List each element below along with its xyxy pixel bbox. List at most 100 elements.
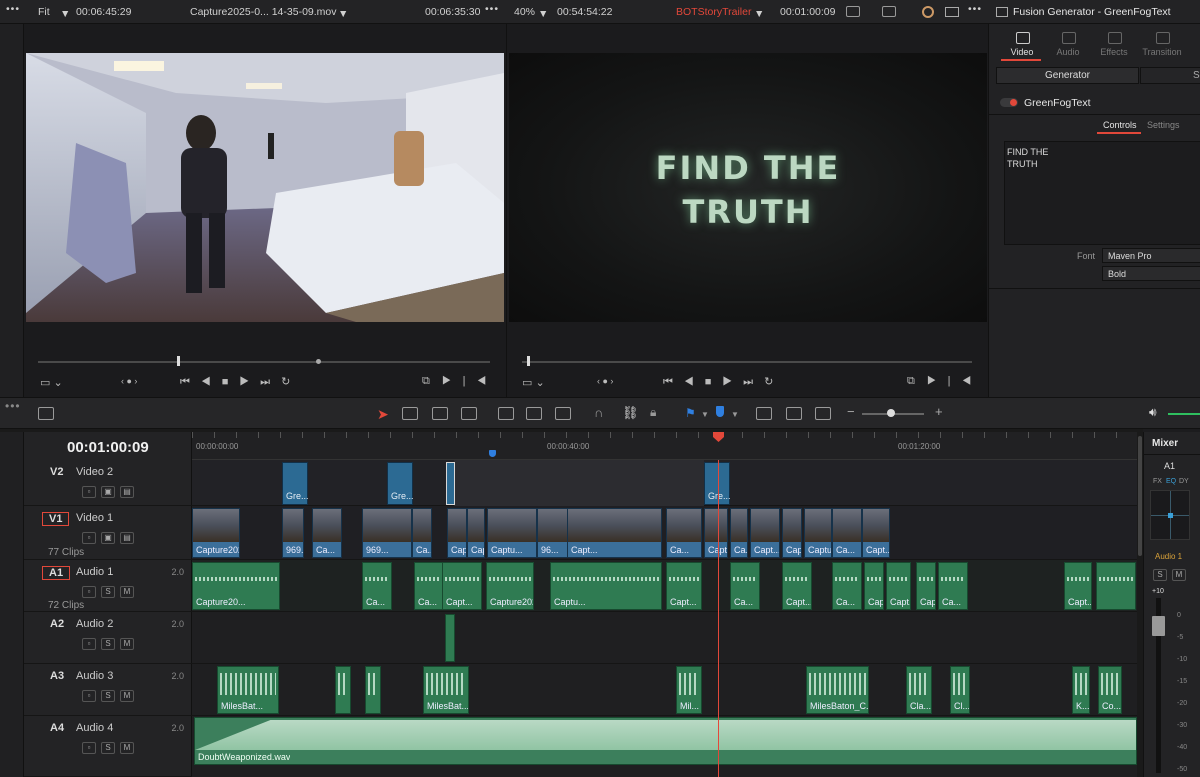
timeline-ruler[interactable]: 00:00:00:00 00:00:40:00 00:01:20:00 (192, 432, 1137, 460)
zoom-custom-icon[interactable] (815, 407, 831, 420)
audio-clip[interactable]: Capt... (1064, 562, 1092, 610)
source-view-options[interactable]: ▭ ⌄ (40, 376, 63, 389)
track-name[interactable]: Audio 4 (76, 722, 113, 734)
solo-button[interactable]: S (1153, 569, 1167, 581)
lock-icon[interactable]: ▫ (82, 486, 96, 498)
audio-clip[interactable] (1096, 562, 1136, 610)
source-viewer-frame[interactable] (26, 53, 504, 322)
solo-button[interactable]: S (101, 690, 115, 702)
audio-clip[interactable]: Co... (1098, 666, 1122, 714)
source-jog[interactable]: ‹ ● › (121, 376, 137, 386)
viewer-mode-icon[interactable] (846, 6, 860, 17)
chevron-down-icon[interactable]: ▼ (60, 8, 70, 20)
audio-clip[interactable]: Cap... (864, 562, 884, 610)
audio-clip[interactable]: Ca... (362, 562, 392, 610)
lock-icon[interactable]: 🔒︎ (650, 405, 656, 420)
insert-icon[interactable] (498, 407, 514, 420)
track-controls[interactable]: ▫ S M (82, 586, 139, 598)
flag-icon[interactable]: ⚑ (685, 406, 696, 420)
audio-clip[interactable]: Capt... (886, 562, 911, 610)
chevron-down-icon[interactable]: ▼ (754, 8, 764, 20)
font-style-select[interactable]: Bold (1102, 266, 1200, 281)
video-clip[interactable]: Capt... (567, 508, 662, 558)
mute-button[interactable]: M (120, 586, 134, 598)
fx-tab[interactable]: FX (1153, 478, 1162, 485)
track-header-a4[interactable]: A4 Audio 4 2.0 ▫ S M (24, 716, 192, 777)
lock-icon[interactable]: ▫ (82, 690, 96, 702)
track-name[interactable]: Video 2 (76, 466, 113, 478)
zoom-in-icon[interactable]: + (935, 404, 943, 419)
auto-select-icon[interactable]: ▣ (101, 532, 115, 544)
video-clip[interactable]: Capture2025-07-11 15... (467, 508, 485, 558)
more-icon[interactable]: ••• (485, 3, 499, 15)
eq-tab[interactable]: EQ (1166, 478, 1176, 485)
more-icon[interactable]: ••• (968, 3, 982, 15)
video-clip[interactable]: Capt... (704, 508, 728, 558)
more-icon[interactable]: ••• (6, 3, 20, 15)
trim-icon[interactable] (402, 407, 418, 420)
program-playhead[interactable] (527, 356, 530, 366)
program-transport[interactable]: ⏮◀■▶⏭↻ (663, 375, 784, 389)
timeline-tracks[interactable]: Gre... Gre... Gre... Capture202... 969...… (192, 460, 1137, 777)
track-header-a3[interactable]: A3 Audio 3 2.0 ▫ S M (24, 664, 192, 716)
lock-icon[interactable]: ▫ (82, 742, 96, 754)
dynamic-trim-icon[interactable] (432, 407, 448, 420)
scrollbar-thumb[interactable] (1138, 436, 1142, 556)
track-controls[interactable]: ▫ ▣ ▤ (82, 532, 139, 544)
track-name[interactable]: Audio 1 (76, 566, 113, 578)
audio-clip[interactable]: Captu... (916, 562, 936, 610)
audio-clip[interactable]: Capt... (442, 562, 482, 610)
track-controls[interactable]: ▫ ▣ ▤ (82, 486, 139, 498)
lock-icon[interactable]: ▫ (82, 532, 96, 544)
program-viewer-frame[interactable]: FIND THE TRUTH (509, 53, 987, 322)
audio-clip[interactable] (335, 666, 351, 714)
settings-section-button[interactable]: Se (1140, 67, 1200, 84)
chevron-down-icon[interactable]: ▼ (731, 410, 739, 419)
overwrite-icon[interactable] (526, 407, 542, 420)
track-name[interactable]: Audio 3 (76, 670, 113, 682)
zoom-slider-knob[interactable] (887, 409, 895, 417)
video-clip[interactable]: Capt... (750, 508, 780, 558)
inspector-toggle-icon[interactable] (996, 7, 1008, 17)
enable-icon[interactable]: ▤ (120, 532, 134, 544)
effects-tab-icon[interactable] (1108, 32, 1122, 44)
video-clip[interactable]: Ca... (832, 508, 862, 558)
video-clip[interactable]: Ca... (730, 508, 748, 558)
timeline-playhead[interactable] (718, 460, 719, 777)
color-icon[interactable] (922, 6, 934, 18)
solo-button[interactable]: S (101, 638, 115, 650)
font-family-select[interactable]: Maven Pro (1102, 248, 1200, 263)
track-controls[interactable]: ▫ S M (82, 742, 139, 754)
lock-icon[interactable]: ▫ (82, 638, 96, 650)
program-scrub-bar[interactable] (522, 361, 972, 363)
pan-control[interactable] (1150, 490, 1190, 540)
track-id[interactable]: A1 (42, 566, 71, 580)
program-in-out[interactable]: ⧉▶|◀ (907, 375, 983, 388)
program-view-options[interactable]: ▭ ⌄ (522, 376, 545, 389)
audio-clip[interactable] (445, 614, 455, 662)
auto-select-icon[interactable]: ▣ (101, 486, 115, 498)
transition-tab-icon[interactable] (1156, 32, 1170, 44)
track-controls[interactable]: ▫ S M (82, 638, 139, 650)
video-clip[interactable]: Capture202... (192, 508, 240, 558)
subtab-controls[interactable]: Controls (1103, 120, 1137, 130)
video-clip[interactable]: Capt... (447, 508, 467, 558)
audio-tab-icon[interactable] (1062, 32, 1076, 44)
audio-clip[interactable]: Cla... (906, 666, 932, 714)
audio-clip[interactable]: MilesBaton_C... (806, 666, 869, 714)
timeline-view-icon[interactable] (38, 407, 54, 420)
enable-icon[interactable]: ▤ (120, 486, 134, 498)
mute-button[interactable]: M (120, 638, 134, 650)
replace-icon[interactable] (555, 407, 571, 420)
track-header-v1[interactable]: V1 Video 1 ▫ ▣ ▤ 77 Clips (24, 506, 192, 560)
video-clip[interactable]: Captu... (487, 508, 537, 558)
audio-clip-music[interactable]: DoubtWeaponized.wav (194, 717, 1137, 765)
chevron-down-icon[interactable]: ▼ (538, 8, 548, 20)
audio-clip[interactable] (365, 666, 381, 714)
audio-clip[interactable]: Capt... (782, 562, 812, 610)
video-clip[interactable]: Captu... (804, 508, 832, 558)
video-clip[interactable]: Ca... (666, 508, 702, 558)
solo-button[interactable]: S (101, 586, 115, 598)
volume-meter[interactable] (1168, 413, 1200, 415)
mixer-solo[interactable]: SM (1153, 569, 1191, 581)
